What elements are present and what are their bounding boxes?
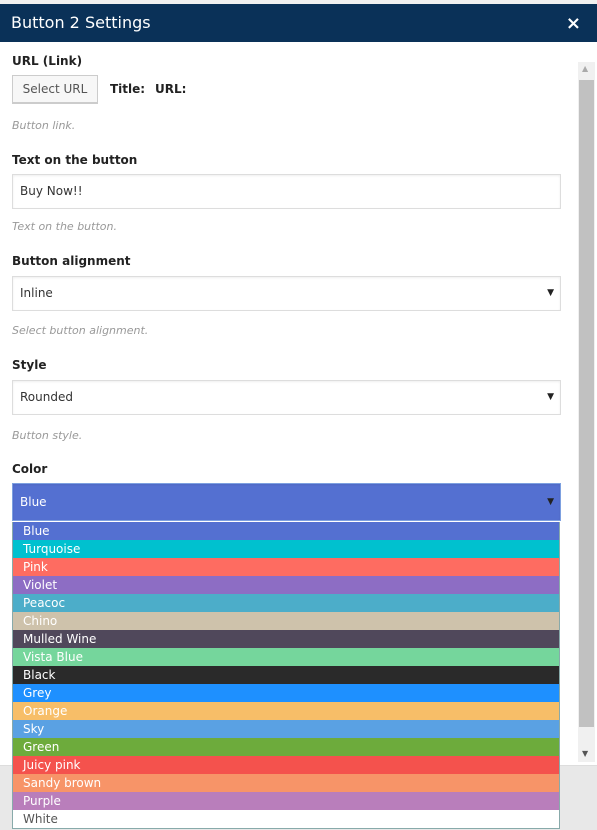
button-text-input[interactable]: Buy Now!! <box>12 174 561 209</box>
button-text-value: Buy Now!! <box>20 184 83 198</box>
url-value-label: URL: <box>155 82 187 96</box>
scrollbar[interactable]: ▲ ▼ <box>578 62 595 762</box>
text-hint: Text on the button. <box>12 220 117 233</box>
color-option[interactable]: Blue <box>13 522 559 540</box>
color-option[interactable]: Juicy pink <box>13 756 559 774</box>
style-label: Style <box>12 358 47 372</box>
chevron-down-icon: ▼ <box>547 392 554 402</box>
color-option[interactable]: Green <box>13 738 559 756</box>
dialog-title: Button 2 Settings <box>11 13 151 32</box>
color-option[interactable]: Mulled Wine <box>13 630 559 648</box>
color-option[interactable]: Violet <box>13 576 559 594</box>
style-value: Rounded <box>20 390 73 404</box>
color-option[interactable]: Purple <box>13 792 559 810</box>
scroll-up-icon[interactable]: ▲ <box>582 64 588 73</box>
scrollbar-thumb[interactable] <box>579 80 594 727</box>
url-label: URL (Link) <box>12 54 83 68</box>
color-option[interactable]: Sky <box>13 720 559 738</box>
text-label: Text on the button <box>12 153 138 167</box>
chevron-down-icon: ▼ <box>547 497 554 507</box>
color-value: Blue <box>20 495 47 509</box>
scroll-down-icon[interactable]: ▼ <box>582 749 588 758</box>
title-label: Title: <box>110 82 146 96</box>
chevron-down-icon: ▼ <box>547 288 554 298</box>
color-option[interactable]: Sandy brown <box>13 774 559 792</box>
close-icon[interactable]: × <box>566 13 581 34</box>
color-option[interactable]: White <box>13 810 559 828</box>
color-option[interactable]: Chino <box>13 612 559 630</box>
color-option[interactable]: Black <box>13 666 559 684</box>
color-dropdown-list: Blue Turquoise Pink Violet Peacoc Chino Mulled… <box>12 522 560 829</box>
color-option[interactable]: Turquoise <box>13 540 559 558</box>
dialog-header: Button 2 Settings × <box>0 4 597 42</box>
alignment-hint: Select button alignment. <box>12 324 149 337</box>
color-option[interactable]: Orange <box>13 702 559 720</box>
color-option[interactable]: Peacoc <box>13 594 559 612</box>
alignment-select[interactable]: Inline ▼ <box>12 276 561 311</box>
url-hint: Button link. <box>12 119 76 132</box>
color-select[interactable]: Blue ▼ <box>12 483 561 521</box>
color-option[interactable]: Pink <box>13 558 559 576</box>
color-label: Color <box>12 462 48 476</box>
color-option[interactable]: Grey <box>13 684 559 702</box>
alignment-value: Inline <box>20 286 53 300</box>
style-hint: Button style. <box>12 429 83 442</box>
style-select[interactable]: Rounded ▼ <box>12 380 561 415</box>
alignment-label: Button alignment <box>12 254 131 268</box>
color-option[interactable]: Vista Blue <box>13 648 559 666</box>
select-url-button[interactable]: Select URL <box>12 75 98 103</box>
